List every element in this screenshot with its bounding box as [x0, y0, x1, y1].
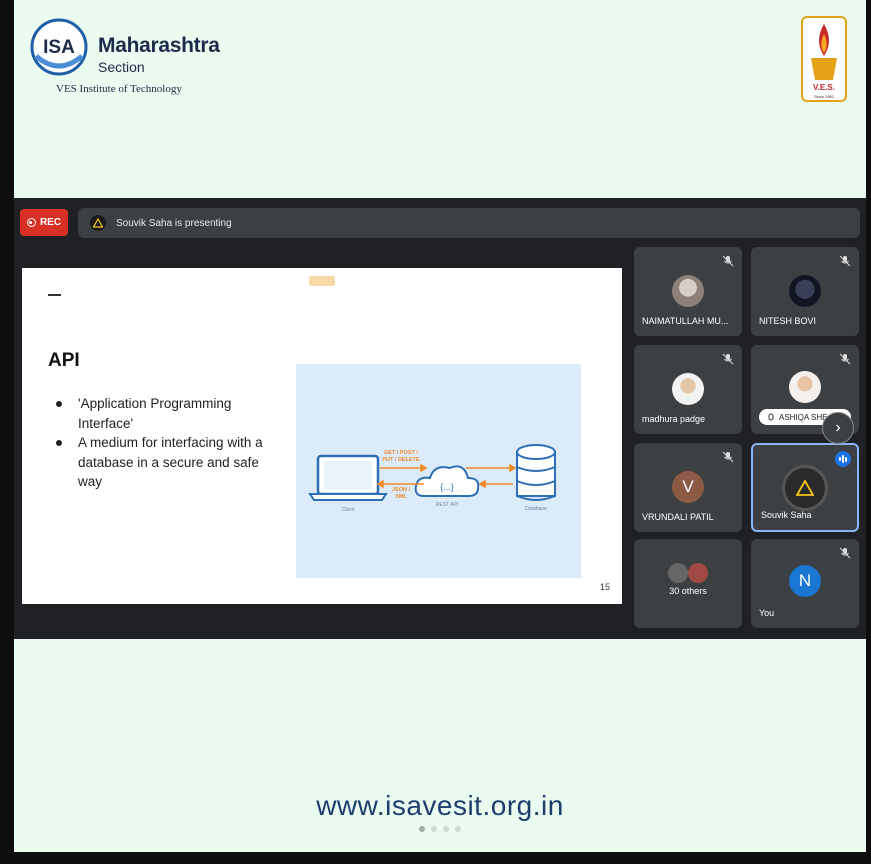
- participant-name: NAIMATULLAH MU...: [642, 316, 729, 326]
- participant-tile[interactable]: madhura padge: [634, 345, 742, 434]
- mic-off-icon: [722, 353, 734, 365]
- participant-name: Souvik Saha: [761, 510, 812, 520]
- mic-off-icon: [722, 255, 734, 267]
- participant-name: You: [759, 608, 775, 618]
- slide-bullets: 'Application Programming Interface' A me…: [54, 394, 269, 492]
- presenting-banner[interactable]: Souvik Saha is presenting: [78, 208, 860, 238]
- participant-avatar: [789, 371, 821, 403]
- participant-avatar: [672, 373, 704, 405]
- website-url[interactable]: www.isavesit.org.in: [14, 790, 866, 822]
- others-count: 30 others: [669, 586, 707, 596]
- carousel-dot[interactable]: [431, 826, 437, 832]
- svg-text:PUT / DELETE: PUT / DELETE: [382, 457, 420, 463]
- svg-text:V.E.S.: V.E.S.: [813, 83, 835, 92]
- svg-text:ISA: ISA: [43, 37, 75, 58]
- participant-name: NITESH BOVI: [759, 316, 817, 326]
- section-title: Maharashtra: [98, 34, 220, 57]
- self-avatar: N: [789, 565, 821, 597]
- slide-page-number: 15: [599, 582, 610, 592]
- record-icon: [26, 218, 36, 227]
- speaking-icon: [835, 451, 851, 467]
- slide-toolbar-icons: [309, 276, 335, 286]
- mic-off-icon: [722, 451, 734, 463]
- svg-text:JSON /: JSON /: [392, 487, 411, 493]
- svg-text:Client: Client: [342, 507, 355, 513]
- svg-text:GET / POST /: GET / POST /: [384, 450, 418, 456]
- participant-avatar: [668, 563, 688, 583]
- participant-avatar: V: [672, 471, 704, 503]
- participant-tile[interactable]: NITESH BOVI: [751, 247, 859, 336]
- participant-name: madhura padge: [642, 414, 706, 424]
- svg-text:Database: Database: [525, 506, 547, 512]
- mic-off-icon: [839, 353, 851, 365]
- rec-label: REC: [39, 217, 62, 228]
- carousel-dot[interactable]: [419, 826, 425, 832]
- svg-text:Since 1962: Since 1962: [814, 94, 835, 99]
- carousel-dot[interactable]: [443, 826, 449, 832]
- institute-name: VES Institute of Technology: [56, 83, 182, 95]
- ves-logo: V.E.S. Since 1962: [801, 16, 847, 102]
- hand-icon: [768, 413, 774, 421]
- presenting-text: Souvik Saha is presenting: [116, 217, 232, 229]
- warning-icon: [796, 480, 814, 496]
- meet-topbar: REC Souvik Saha is presenting: [20, 208, 860, 238]
- participant-name: VRUNDALI PATIL: [642, 512, 714, 522]
- participant-avatar: [688, 563, 708, 583]
- section-subtitle: Section: [98, 59, 145, 75]
- slide-bullet: A medium for interfacing with a database…: [54, 433, 269, 492]
- isa-logo: ISA: [30, 18, 88, 76]
- participant-avatar: [789, 275, 821, 307]
- mic-off-icon: [839, 255, 851, 267]
- slide-bullet: 'Application Programming Interface': [54, 394, 269, 433]
- cloud-icon: {...}: [414, 465, 480, 497]
- presenter-avatar: [90, 215, 106, 231]
- participant-avatar: [672, 275, 704, 307]
- carousel-dots[interactable]: [419, 826, 461, 832]
- self-tile[interactable]: N You: [751, 539, 859, 628]
- participant-avatar: [782, 465, 828, 511]
- slide-heading: API: [48, 350, 80, 371]
- participant-tile[interactable]: V VRUNDALI PATIL: [634, 443, 742, 532]
- chevron-right-icon[interactable]: ›: [822, 412, 854, 444]
- shared-slide: API 'Application Programming Interface' …: [22, 268, 622, 604]
- meet-window: REC Souvik Saha is presenting API 'Appli…: [14, 198, 866, 639]
- laptop-icon: [308, 454, 388, 501]
- svg-text:XML: XML: [395, 494, 407, 500]
- carousel-dot[interactable]: [455, 826, 461, 832]
- database-icon: [516, 444, 556, 501]
- slide-dash: [48, 294, 61, 296]
- mic-off-icon: [839, 547, 851, 559]
- participant-tile-active-speaker[interactable]: Souvik Saha: [751, 443, 859, 532]
- svg-text:{...}: {...}: [440, 482, 454, 492]
- api-diagram: Client {...} REST API Database GET / POS…: [296, 364, 581, 578]
- recording-badge[interactable]: REC: [20, 209, 68, 236]
- warning-icon: [93, 218, 103, 228]
- others-tile[interactable]: 30 others: [634, 539, 742, 628]
- participant-tile[interactable]: NAIMATULLAH MU...: [634, 247, 742, 336]
- svg-text:REST API: REST API: [436, 502, 458, 508]
